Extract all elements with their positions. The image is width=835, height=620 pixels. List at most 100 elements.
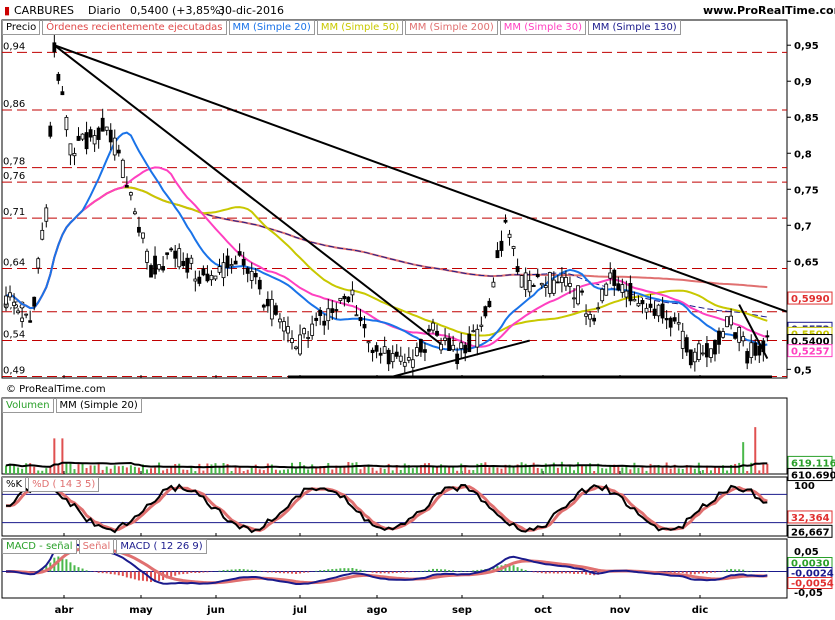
- macd-histogram-bar: [77, 567, 80, 572]
- volume-bar: [436, 466, 439, 474]
- legend-macd-2[interactable]: MACD ( 12 26 9): [116, 539, 207, 554]
- candle-body: [141, 232, 145, 239]
- order-level-label: 0,54: [3, 330, 25, 341]
- legend-volume-0[interactable]: Volumen: [2, 398, 54, 413]
- volume-bar: [190, 466, 193, 474]
- candle-body: [410, 359, 415, 368]
- candle-body: [382, 346, 387, 354]
- price-axis-label: 0,8: [794, 149, 812, 160]
- legend-price-4[interactable]: MM (Simple 200): [405, 20, 498, 35]
- macd-histogram-bar: [746, 570, 749, 572]
- macd-histogram-bar: [65, 559, 68, 572]
- macd-histogram-bar: [460, 570, 463, 572]
- candle-body: [205, 273, 210, 282]
- candle-body: [153, 255, 157, 275]
- candle-body: [390, 353, 395, 363]
- legend-price-1[interactable]: Órdenes recientemente ejecutadas: [42, 20, 227, 35]
- volume-bar: [327, 462, 330, 474]
- volume-bar: [758, 470, 761, 474]
- candle-body: [374, 345, 379, 352]
- volume-bar: [677, 468, 680, 474]
- volume-bar: [444, 466, 447, 474]
- candle-body: [261, 304, 266, 308]
- volume-bar: [85, 468, 88, 474]
- candle-body: [700, 352, 705, 355]
- volume-bar: [431, 466, 434, 474]
- legend-macd-1[interactable]: Señal: [78, 539, 115, 554]
- macd-histogram-bar: [222, 570, 225, 572]
- legend-price-6[interactable]: MM (Simple 130): [588, 20, 681, 35]
- volume-bar: [97, 463, 100, 474]
- legend-macd-0[interactable]: MACD - señal: [2, 539, 77, 554]
- volume-bar: [601, 468, 604, 474]
- macd-histogram-bar: [689, 571, 692, 575]
- candle-body: [213, 275, 218, 280]
- candle-body: [551, 279, 556, 294]
- volume-bar: [222, 463, 225, 474]
- chart-canvas: 0,950,90,850,80,750,70,650,60,550,50,940…: [1, 19, 835, 616]
- macd-histogram-bar: [738, 569, 741, 572]
- macd-histogram-bar: [383, 571, 386, 574]
- candle-body: [12, 301, 16, 306]
- candle-body: [286, 326, 290, 334]
- volume-bar: [496, 467, 499, 474]
- candle-body: [684, 337, 689, 353]
- candle-body: [32, 296, 37, 307]
- volume-bar: [581, 465, 584, 474]
- macd-histogram-bar: [129, 571, 132, 579]
- macd-histogram-bar: [206, 571, 209, 573]
- legend-price-5[interactable]: MM (Simple 30): [499, 20, 587, 35]
- macd-histogram-bar: [242, 569, 245, 572]
- macd-histogram-bar: [359, 569, 362, 572]
- legend-stoch-1[interactable]: %D ( 14 3 5): [28, 477, 100, 492]
- macd-histogram-bar: [540, 571, 543, 574]
- volume-bar: [230, 471, 233, 474]
- volume-bar: [492, 467, 495, 474]
- volume-bar: [641, 466, 644, 474]
- candle-body: [354, 314, 359, 317]
- macd-histogram-bar: [190, 571, 193, 573]
- legend-price-2[interactable]: MM (Simple 20): [228, 20, 315, 35]
- candle-body: [729, 315, 733, 326]
- candle-body: [72, 153, 77, 157]
- macd-histogram-bar: [238, 568, 241, 572]
- volume-bar: [266, 463, 269, 474]
- candle-body: [52, 42, 57, 53]
- volume-bar: [742, 442, 745, 474]
- macd-histogram-bar: [556, 571, 559, 574]
- legend-price-0[interactable]: Precio: [2, 20, 41, 35]
- macd-histogram-bar: [436, 568, 439, 572]
- macd-histogram-bar: [339, 568, 342, 572]
- x-axis-month-label: dic: [692, 605, 709, 616]
- candle-body: [76, 135, 81, 141]
- candle-body: [491, 281, 496, 288]
- volume-bar: [186, 469, 189, 474]
- macd-histogram-bar: [564, 571, 567, 574]
- candle-body: [648, 303, 653, 308]
- macd-histogram-bar: [202, 571, 205, 573]
- candle-body: [338, 297, 343, 301]
- candle-body: [543, 285, 548, 288]
- x-axis-month-label: abr: [55, 605, 74, 616]
- volume-bar: [262, 470, 265, 474]
- candle-body: [463, 344, 468, 354]
- legend-price-3[interactable]: MM (Simple 50): [316, 20, 404, 35]
- candle-body: [539, 282, 544, 286]
- legend-volume-1[interactable]: MM (Simple 20): [55, 398, 142, 413]
- stoch-d-tag-label: 32,364: [791, 513, 830, 524]
- candle-body: [483, 306, 488, 317]
- macd-histogram-bar: [194, 571, 197, 573]
- candle-body: [584, 313, 588, 317]
- macd-histogram-bar: [726, 569, 729, 572]
- stoch-k-line: [5, 483, 768, 534]
- candle-body: [96, 127, 101, 140]
- x-axis-month-label: jul: [292, 605, 307, 616]
- candle-body: [741, 336, 746, 342]
- macd-histogram-bar: [97, 571, 100, 573]
- candle-body: [503, 219, 508, 223]
- legend-stoch-0[interactable]: %K: [2, 477, 27, 492]
- volume-bar: [605, 468, 608, 474]
- candle-body: [515, 266, 520, 273]
- candle-body: [24, 313, 29, 316]
- candle-body: [318, 309, 323, 316]
